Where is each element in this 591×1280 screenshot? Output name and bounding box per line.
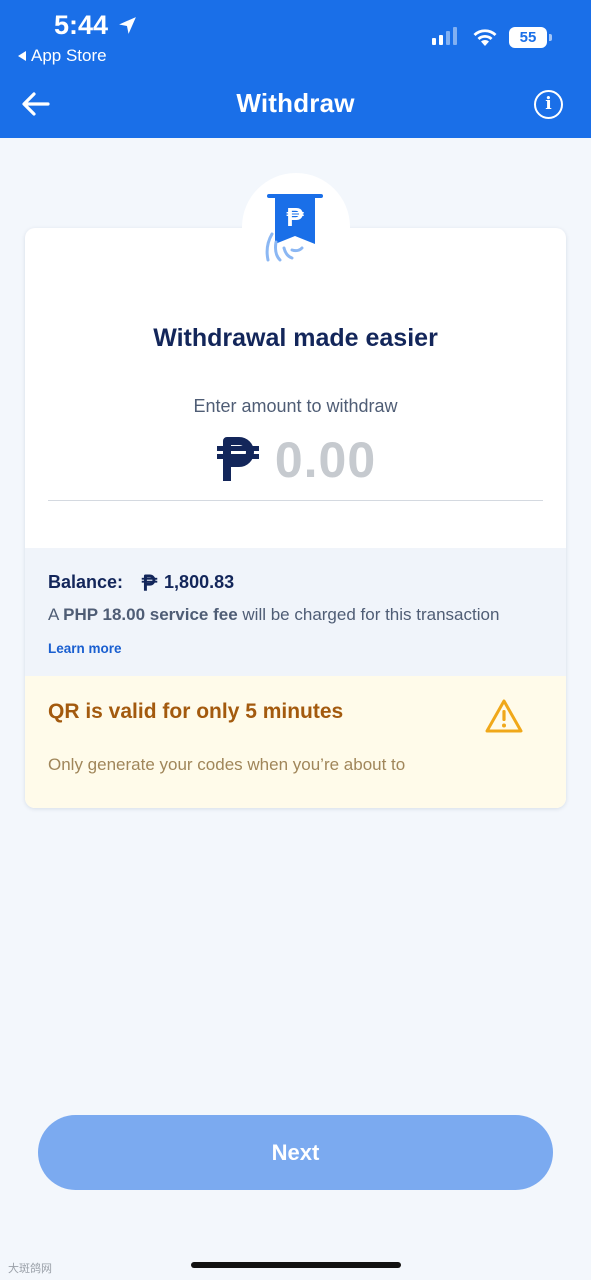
status-time: 5:44 [54,10,109,40]
next-button[interactable]: Next [38,1115,553,1190]
battery-indicator: 55 [509,27,547,48]
back-triangle-icon [18,51,26,61]
battery-tip [549,34,552,41]
balance-label: Balance: [48,572,124,592]
status-bar: 5:44 App Store 55 [0,0,591,75]
learn-more-link[interactable]: Learn more [48,641,122,656]
svg-text:₱: ₱ [286,202,304,232]
amount-input[interactable]: 0.00 [25,431,566,489]
back-app-label: App Store [31,46,107,65]
amount-prompt: Enter amount to withdraw [193,396,398,416]
watermark: 大斑鸽网 [8,1263,52,1275]
warning-title: QR is valid for only 5 minutes [48,700,344,723]
app-header: 5:44 App Store 55 Withdraw i [0,0,591,138]
peso-small-icon [141,574,158,591]
amount-placeholder: 0.00 [274,432,377,488]
amount-underline [48,500,543,501]
cash-withdraw-icon: ₱ [265,194,323,262]
qr-warning-panel: QR is valid for only 5 minutes Only gene… [25,676,566,808]
peso-currency-icon [216,437,259,481]
page-title: Withdraw [236,88,355,118]
back-to-app-store[interactable]: App Store [18,46,107,66]
cellular-signal-icon [432,27,457,45]
service-fee-note: A PHP 18.00 service fee will be charged … [48,605,500,624]
balance-value: 1,800.83 [164,572,235,592]
home-indicator [191,1262,401,1268]
balance-line: Balance: 1,800.83 [48,572,234,593]
info-icon[interactable]: i [534,90,563,119]
warning-triangle-icon [485,699,523,733]
location-arrow-icon [119,17,136,34]
wifi-icon [473,29,497,46]
balance-panel: Balance: 1,800.83 A PHP 18.00 service fe… [25,548,566,676]
card-title: Withdrawal made easier [153,324,438,352]
warning-body: Only generate your codes when you’re abo… [48,755,406,774]
withdraw-card: Withdrawal made easier Enter amount to w… [25,228,566,808]
